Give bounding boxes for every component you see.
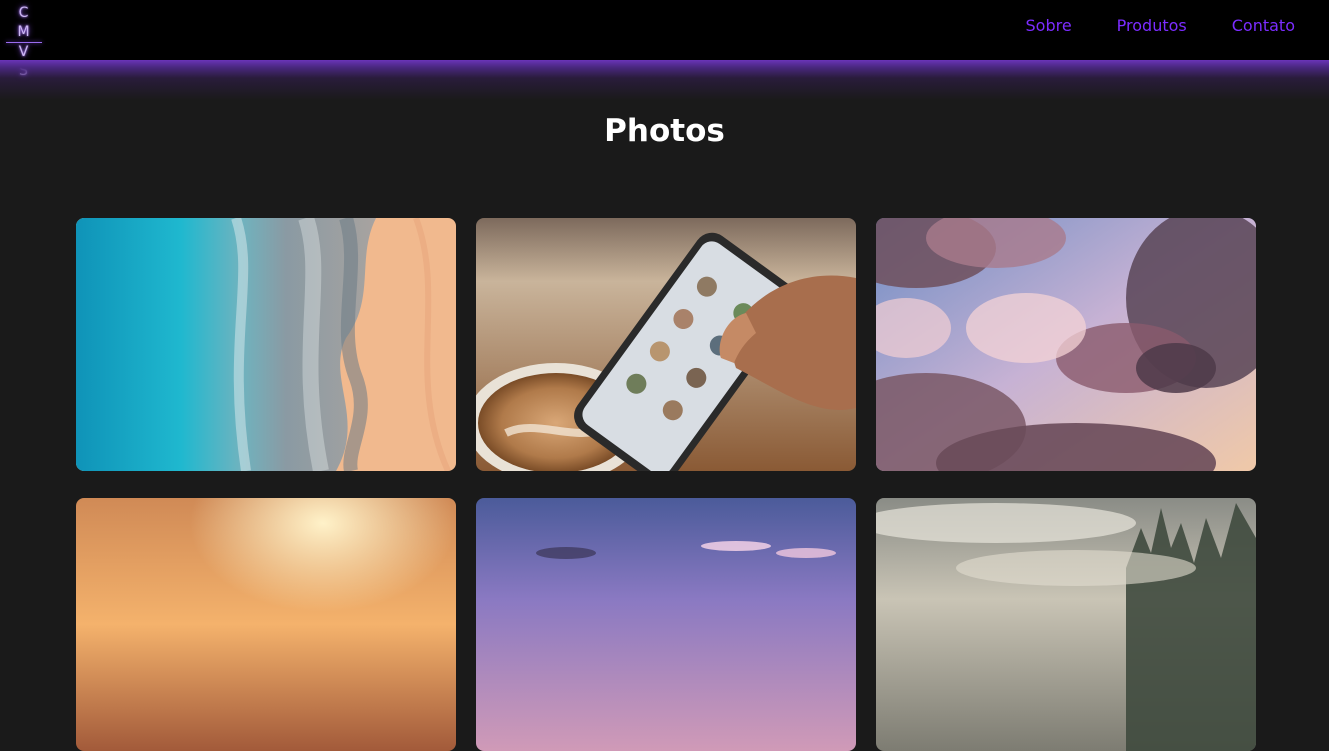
- photo-card-misty-landscape[interactable]: [876, 498, 1256, 751]
- page-title: Photos: [604, 113, 725, 149]
- logo[interactable]: C M V S: [4, 4, 44, 79]
- nav-link-sobre[interactable]: Sobre: [1026, 16, 1072, 35]
- phone-coffee-image: [476, 218, 856, 471]
- header-glow: [0, 60, 1329, 100]
- pink-clouds-image: [876, 218, 1256, 471]
- photo-card-phone-coffee[interactable]: [476, 218, 856, 471]
- purple-sky-image: [476, 498, 856, 751]
- photo-card-aerial-beach[interactable]: [76, 218, 456, 471]
- photo-card-purple-sky[interactable]: [476, 498, 856, 751]
- misty-landscape-image: [876, 498, 1256, 751]
- nav-link-contato[interactable]: Contato: [1232, 16, 1295, 35]
- photo-card-pink-clouds[interactable]: [876, 218, 1256, 471]
- logo-top-text: C M: [17, 5, 35, 40]
- top-navbar: C M V S Sobre Produtos Contato: [0, 0, 1329, 79]
- aerial-beach-image: [76, 218, 456, 471]
- photo-card-sunset[interactable]: [76, 498, 456, 751]
- main-nav: Sobre Produtos Contato: [1026, 16, 1296, 35]
- sunset-image: [76, 498, 456, 751]
- nav-link-produtos[interactable]: Produtos: [1117, 16, 1187, 35]
